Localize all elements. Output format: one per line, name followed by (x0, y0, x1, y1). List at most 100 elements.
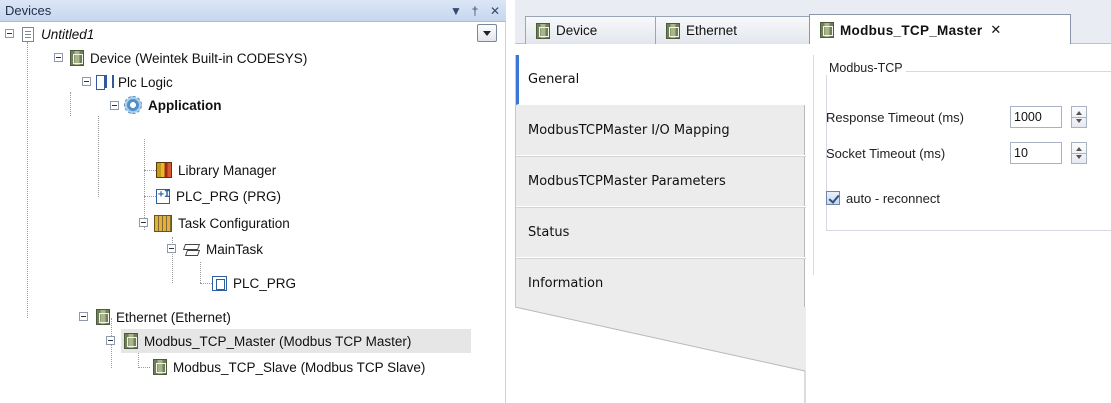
device-icon (666, 22, 680, 39)
side-tab-label: Information (528, 276, 604, 291)
tree-item-task-configuration[interactable]: Task Configuration (154, 211, 290, 235)
response-timeout-row: Response Timeout (ms) (826, 105, 964, 129)
pin-icon[interactable]: † (467, 3, 483, 19)
tree-dropdown-button[interactable] (477, 24, 497, 42)
tree-connector (144, 196, 156, 197)
tree-item-label: Ethernet (Ethernet) (116, 309, 231, 325)
tree-item-maintask[interactable]: MainTask (183, 237, 263, 261)
panel-menu-icon[interactable]: ▼ (448, 3, 464, 19)
task-config-icon (154, 214, 172, 232)
device-tree: Untitled1 Device (Weintek Built-in CODES… (0, 22, 506, 403)
tree-item-label: Task Configuration (178, 215, 290, 231)
tree-connector (200, 283, 212, 284)
tree-connector (27, 42, 28, 318)
tree-item-modbus-tcp-slave[interactable]: Modbus_TCP_Slave (Modbus TCP Slave) (153, 355, 425, 379)
collapse-toggle[interactable] (82, 77, 91, 86)
side-tab-status[interactable]: Status (516, 208, 806, 258)
tree-item-label: Untitled1 (41, 26, 95, 42)
response-timeout-spinner[interactable] (1071, 106, 1087, 128)
tree-connector (144, 139, 145, 230)
tree-item-label: Application (148, 97, 222, 113)
program-icon (156, 188, 170, 204)
tree-connector (200, 262, 201, 283)
socket-timeout-spinner[interactable] (1071, 142, 1087, 164)
devices-panel-title: Devices (5, 3, 52, 18)
application-gear-icon (124, 96, 142, 114)
device-icon (124, 333, 138, 349)
collapse-toggle[interactable] (110, 101, 119, 110)
tree-connector (70, 92, 71, 116)
tree-item-label: Device (Weintek Built-in CODESYS) (90, 50, 308, 66)
tree-item-label: Library Manager (178, 162, 277, 178)
close-panel-icon[interactable]: ✕ (487, 3, 503, 19)
tree-item-label: Modbus_TCP_Slave (Modbus TCP Slave) (173, 359, 426, 375)
spinner-divider (1072, 117, 1086, 118)
tree-item-project[interactable]: Untitled1 (22, 22, 94, 46)
tree-item-modbus-tcp-master[interactable]: Modbus_TCP_Master (Modbus TCP Master) (121, 329, 471, 353)
tree-item-ethernet[interactable]: Ethernet (Ethernet) (96, 305, 231, 329)
device-icon (70, 50, 84, 66)
tree-item-plc-prg[interactable]: PLC_PRG (PRG) (156, 184, 281, 208)
auto-reconnect-checkbox[interactable] (826, 191, 840, 205)
tree-connector (144, 170, 156, 171)
tree-connector (98, 116, 99, 197)
spinner-divider (1072, 153, 1086, 154)
editor-panel: Device Ethernet Modbus_TCP_Master ✕ Gene… (515, 0, 1111, 403)
socket-timeout-row: Socket Timeout (ms) (826, 141, 945, 165)
tree-item-label: Plc Logic (118, 74, 173, 90)
collapse-toggle[interactable] (167, 244, 176, 253)
tree-item-library-manager[interactable]: Library Manager (156, 158, 276, 182)
main-task-icon (183, 241, 200, 257)
auto-reconnect-label: auto - reconnect (846, 190, 940, 206)
collapse-toggle[interactable] (5, 29, 14, 38)
tab-label: Device (556, 23, 598, 38)
editor-tab-bar: Device Ethernet Modbus_TCP_Master ✕ (515, 0, 1111, 45)
tab-device[interactable]: Device (525, 16, 659, 44)
general-settings: Modbus-TCP Response Timeout (ms) 1000 So… (813, 55, 1111, 275)
device-icon (820, 22, 834, 38)
side-tab-label: ModbusTCPMaster Parameters (528, 174, 726, 189)
library-icon (156, 162, 172, 178)
side-tab-list-end (515, 307, 806, 403)
tree-item-plc-prg-call[interactable]: PLC_PRG (212, 271, 296, 295)
tree-item-label: PLC_PRG (PRG) (176, 188, 282, 204)
side-tab-general[interactable]: General (516, 55, 806, 105)
tree-item-label: Modbus_TCP_Master (Modbus TCP Master) (144, 333, 412, 349)
device-icon (153, 359, 167, 375)
devices-panel: Devices ▼ † ✕ Untitled1 Device (Weintek … (0, 0, 506, 403)
device-icon (536, 22, 550, 39)
project-icon (22, 26, 34, 42)
tree-item-label: MainTask (206, 241, 264, 257)
plc-logic-icon (96, 74, 114, 90)
side-tab-label: General (528, 72, 580, 87)
tree-item-application[interactable]: Application (124, 93, 222, 117)
close-tab-icon[interactable]: ✕ (990, 22, 1001, 38)
socket-timeout-label: Socket Timeout (ms) (826, 145, 946, 161)
side-tab-information[interactable]: Information (516, 259, 806, 309)
tree-connector (138, 367, 150, 368)
devices-panel-header: Devices ▼ † ✕ (0, 0, 506, 22)
collapse-toggle[interactable] (139, 218, 148, 227)
side-tab-parameters[interactable]: ModbusTCPMaster Parameters (516, 157, 806, 207)
tab-ethernet[interactable]: Ethernet (655, 16, 813, 44)
collapse-toggle[interactable] (79, 312, 88, 321)
tree-item-label: PLC_PRG (233, 275, 297, 291)
tree-item-plc-logic[interactable]: Plc Logic (96, 70, 173, 94)
auto-reconnect-row[interactable]: auto - reconnect (826, 186, 940, 210)
tree-item-device[interactable]: Device (Weintek Built-in CODESYS) (70, 46, 307, 70)
tab-label: Modbus_TCP_Master (840, 22, 983, 38)
socket-timeout-input[interactable]: 10 (1010, 142, 1062, 164)
side-tab-label: ModbusTCPMaster I/O Mapping (528, 123, 730, 138)
side-tab-label: Status (528, 225, 570, 240)
group-title: Modbus-TCP (826, 61, 906, 75)
tab-fold-shape (515, 307, 806, 403)
device-icon (96, 309, 110, 325)
editor-body: General ModbusTCPMaster I/O Mapping Modb… (515, 44, 1111, 403)
response-timeout-label: Response Timeout (ms) (826, 109, 964, 125)
side-tab-io-mapping[interactable]: ModbusTCPMaster I/O Mapping (516, 106, 806, 156)
program-call-icon (212, 275, 227, 291)
collapse-toggle[interactable] (54, 53, 63, 62)
tab-modbus-tcp-master[interactable]: Modbus_TCP_Master ✕ (809, 14, 1071, 45)
collapse-toggle[interactable] (106, 336, 115, 345)
response-timeout-input[interactable]: 1000 (1010, 106, 1062, 128)
